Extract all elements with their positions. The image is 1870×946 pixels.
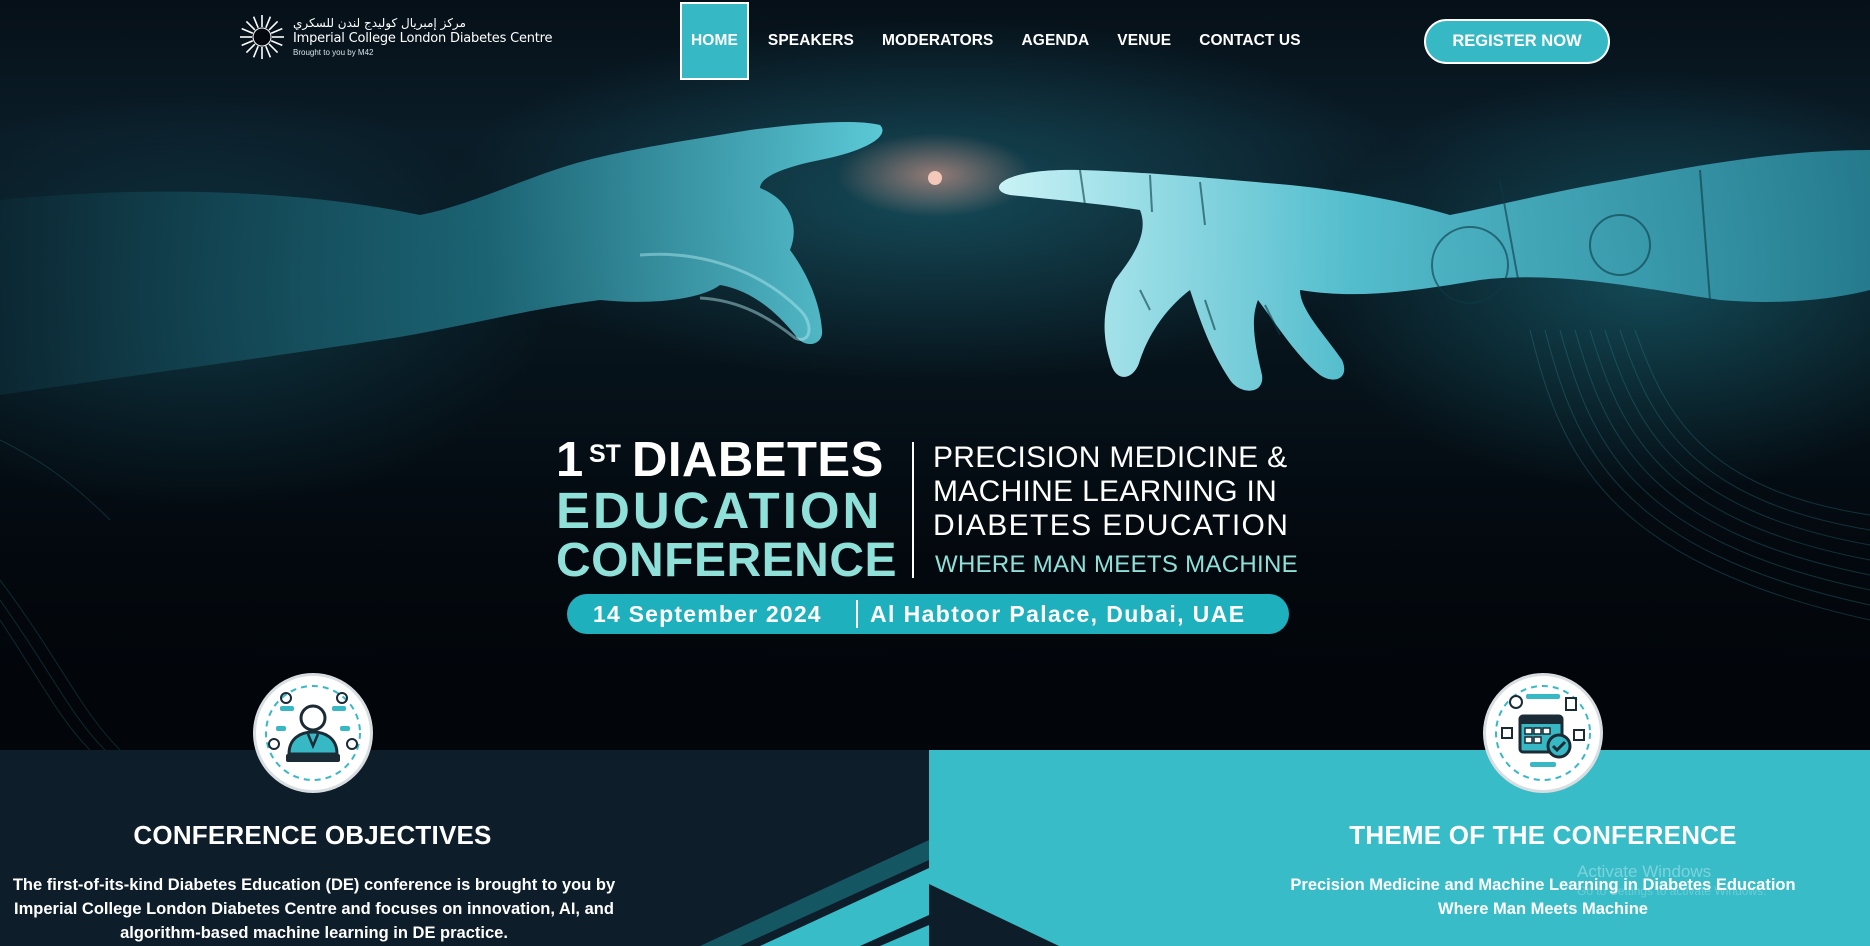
theme-line-1: PRECISION MEDICINE &	[933, 441, 1288, 474]
register-now-button[interactable]: REGISTER NOW	[1424, 19, 1610, 64]
date-venue-pill: 14 September 2024 Al Habtoor Palace, Dub…	[567, 594, 1289, 634]
logo-english-name: Imperial College London Diabetes Centre	[293, 31, 553, 46]
main-navigation: HOME SPEAKERS MODERATORS AGENDA VENUE CO…	[680, 2, 1315, 80]
nav-item-agenda[interactable]: AGENDA	[1008, 2, 1104, 80]
objectives-title: CONFERENCE OBJECTIVES	[133, 820, 492, 850]
nav-item-speakers[interactable]: SPEAKERS	[754, 2, 868, 80]
title-line-conference: CONFERENCE	[556, 534, 898, 587]
hero-tagline: WHERE MAN MEETS MACHINE	[935, 551, 1298, 578]
theme-line-2: MACHINE LEARNING IN	[933, 475, 1278, 508]
event-venue: Al Habtoor Palace, Dubai, UAE	[870, 601, 1246, 627]
theme-line-3: DIABETES EDUCATION	[933, 509, 1290, 542]
hands-illustration	[0, 122, 1870, 750]
nav-item-contact-us[interactable]: CONTACT US	[1185, 2, 1314, 80]
theme-icon-circle	[1483, 673, 1603, 793]
theme-description-line-2: Where Man Meets Machine	[1438, 900, 1648, 918]
sunburst-logo-icon	[240, 15, 284, 59]
title-line-education: EDUCATION	[556, 482, 883, 539]
calendar-check-icon	[1495, 685, 1591, 781]
event-date: 14 September 2024	[593, 601, 822, 627]
title-divider	[912, 442, 914, 578]
presenter-icon	[265, 685, 361, 781]
theme-title: THEME OF THE CONFERENCE	[1349, 820, 1737, 850]
brand-logo[interactable]: مركز إمبريال كوليدج لندن للسكري Imperial…	[238, 12, 553, 64]
windows-activation-watermark: Activate Windows	[1577, 862, 1712, 881]
title-line-diabetes: DIABETES	[632, 433, 884, 487]
ordinal-suffix: ST	[589, 440, 621, 468]
logo-tagline: Brought to you by M42	[293, 48, 374, 57]
objectives-icon-circle	[253, 673, 373, 793]
logo-arabic-name: مركز إمبريال كوليدج لندن للسكري	[293, 16, 466, 30]
pill-divider	[856, 600, 858, 628]
hero-banner	[0, 0, 1870, 750]
nav-item-venue[interactable]: VENUE	[1103, 2, 1185, 80]
nav-item-moderators[interactable]: MODERATORS	[868, 2, 1008, 80]
ordinal-number: 1	[556, 433, 584, 487]
objectives-description: The first-of-its-kind Diabetes Education…	[12, 876, 616, 942]
windows-activation-hint: Go to Settings to activate Windows.	[1577, 884, 1767, 898]
nav-item-home[interactable]: HOME	[680, 2, 749, 80]
